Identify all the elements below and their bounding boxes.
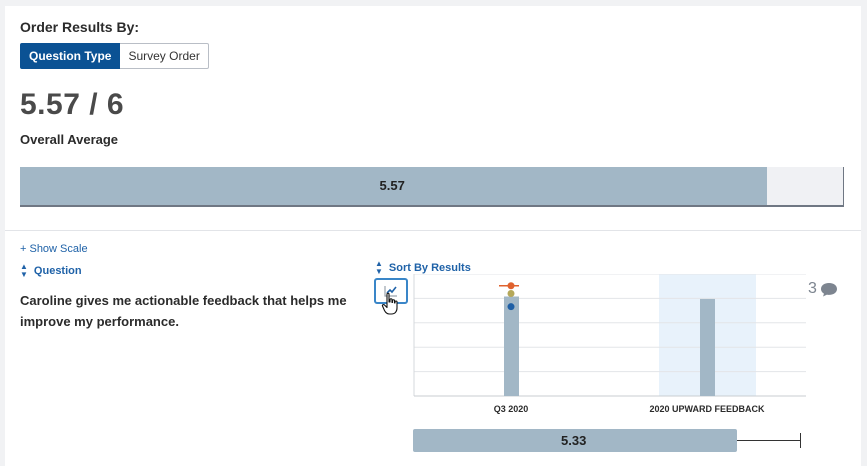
- question-type-button[interactable]: Question Type: [20, 43, 121, 69]
- sort-by-results-label: Sort By Results: [388, 262, 471, 274]
- sort-arrows-icon: ▲ ▼: [20, 262, 28, 279]
- overall-average-bar: 5.57: [20, 167, 844, 207]
- question-average-whisker-cap: [800, 433, 801, 448]
- hand-pointer-icon: [381, 292, 398, 315]
- overall-score: 5.57 / 6: [20, 88, 125, 121]
- bar-1: [700, 298, 715, 396]
- question-average-bar: 5.33: [413, 429, 801, 452]
- comment-count-button[interactable]: 3: [808, 280, 838, 298]
- results-card: Order Results By: Question Type Survey O…: [5, 6, 861, 466]
- x-tick-label: Q3 2020: [494, 404, 529, 414]
- x-tick-label: 2020 UPWARD FEEDBACK: [649, 404, 765, 414]
- marker-2: [507, 303, 515, 311]
- bar-0: [504, 296, 519, 396]
- survey-order-button[interactable]: Survey Order: [120, 43, 209, 69]
- marker-1: [507, 289, 515, 297]
- order-toggle-group: Question Type Survey Order: [20, 43, 209, 69]
- overall-average-bar-value: 5.57: [379, 178, 405, 193]
- show-scale-link[interactable]: + Show Scale: [20, 243, 88, 255]
- question-header-label: Question: [33, 265, 82, 277]
- sort-arrows-icon: ▲ ▼: [375, 259, 383, 276]
- comment-count: 3: [808, 280, 817, 297]
- question-average-value: 5.33: [561, 433, 587, 448]
- section-divider: [5, 230, 861, 231]
- speech-bubble-icon: [820, 282, 837, 296]
- marker-0: [507, 282, 515, 290]
- results-chart: Q3 2020 2020 UPWARD FEEDBACK: [413, 274, 806, 414]
- overall-average-label: Overall Average: [20, 132, 119, 147]
- question-average-whisker: [737, 440, 801, 441]
- question-text: Caroline gives me actionable feedback th…: [20, 293, 347, 329]
- question-sort-header[interactable]: ▲ ▼ Question: [20, 263, 82, 279]
- order-results-label: Order Results By:: [20, 19, 140, 35]
